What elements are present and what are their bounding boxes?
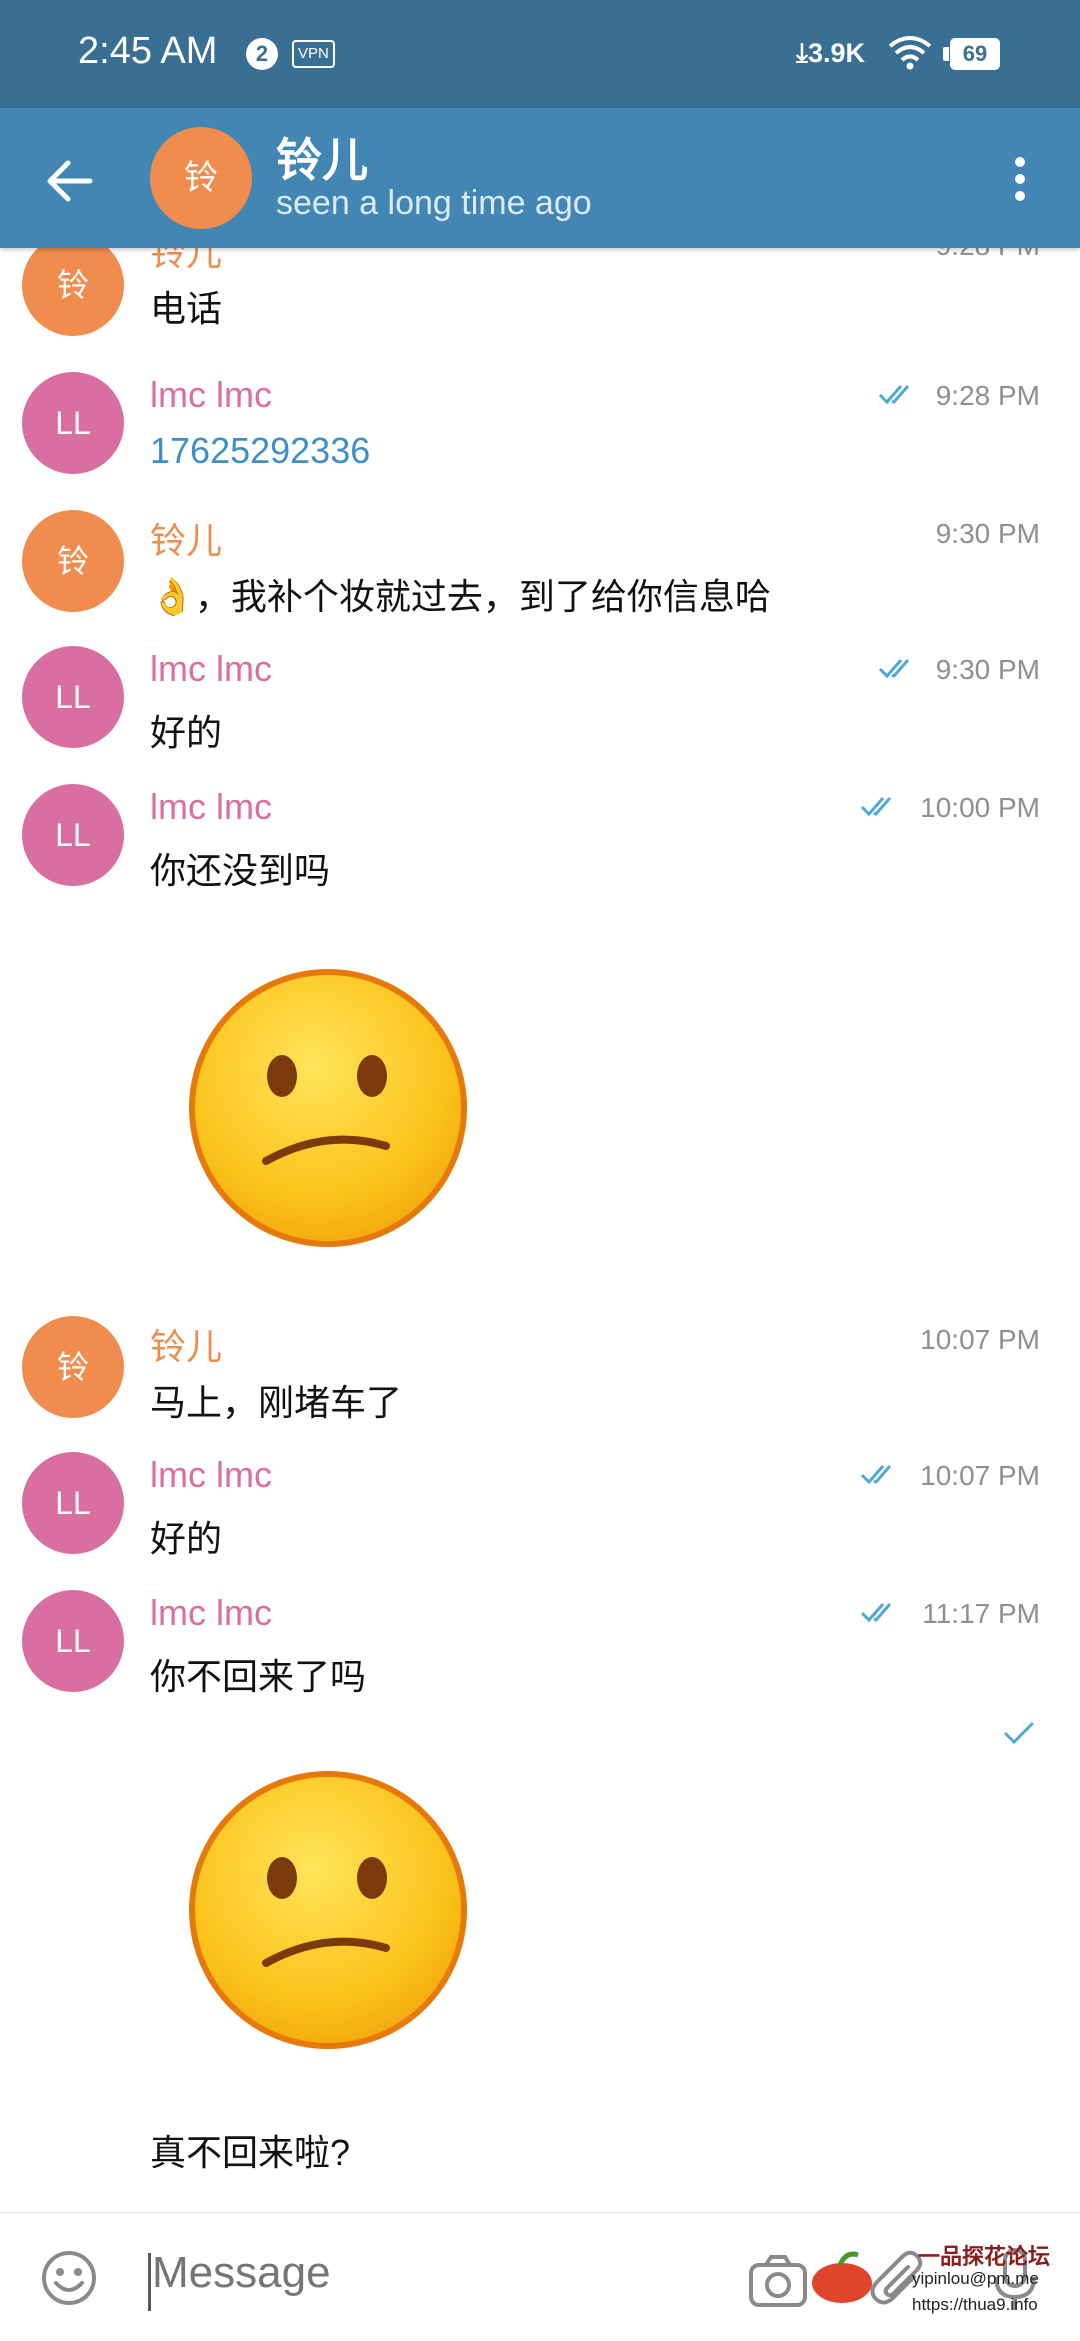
- message-text: 你还没到吗: [150, 850, 331, 891]
- battery-icon: 69: [943, 38, 1000, 70]
- double-check-icon: [878, 385, 910, 405]
- double-check-icon: [878, 659, 910, 679]
- message-time: 11:17 PM: [922, 1598, 1040, 1629]
- message-item[interactable]: 铃 铃儿 10:07 PM 马上，刚堵车了: [0, 1316, 1080, 1446]
- message-time: 9:30 PM: [935, 654, 1040, 685]
- watermark-url: https://thua9.info: [912, 2295, 1038, 2314]
- double-check-icon: [860, 1465, 892, 1485]
- message-author[interactable]: lmc lmc: [150, 374, 272, 416]
- watermark-logo: [812, 2251, 872, 2303]
- message-time: 10:07 PM: [920, 1460, 1040, 1491]
- message-time: 10:00 PM: [920, 792, 1040, 823]
- avatar[interactable]: 铃: [22, 510, 124, 612]
- confused-face-sticker[interactable]: [186, 966, 470, 1250]
- message-text: 👌，我补个妆就过去，到了给你信息哈: [150, 576, 771, 617]
- status-time: 2:45 AM: [78, 30, 218, 72]
- avatar[interactable]: LL: [22, 372, 124, 474]
- network-speed: ⤓3.9K: [796, 38, 865, 70]
- message-author[interactable]: lmc lmc: [150, 1592, 272, 1634]
- message-author[interactable]: lmc lmc: [150, 786, 272, 828]
- message-item[interactable]: 铃 铃儿 9:28 PM 电话: [0, 248, 1080, 336]
- last-seen-status: seen a long time ago: [276, 184, 592, 222]
- vpn-icon: VPN: [292, 40, 335, 68]
- message-text: 马上，刚堵车了: [150, 1382, 403, 1423]
- network-speed-value: 3.9K: [807, 38, 865, 68]
- double-check-icon: [860, 1603, 892, 1623]
- message-item[interactable]: LL lmc lmc 10:07 PM 好的: [0, 1452, 1080, 1582]
- message-text: 电话: [150, 288, 223, 329]
- single-check-icon: [1003, 1721, 1035, 1745]
- message-time: 9:30 PM: [935, 518, 1040, 549]
- message-author[interactable]: lmc lmc: [150, 1454, 272, 1496]
- double-check-icon: [860, 797, 892, 817]
- phone-number-link[interactable]: 17625292336: [150, 430, 370, 472]
- message-input[interactable]: [150, 2247, 734, 2299]
- message-text: 真不回来啦?: [150, 2132, 351, 2173]
- watermark-email: yipinlou@pm.me: [912, 2269, 1039, 2288]
- contact-avatar[interactable]: 铃: [150, 127, 252, 229]
- chat-header: 铃 铃儿 seen a long time ago: [0, 108, 1080, 248]
- chat-title[interactable]: 铃儿: [276, 124, 368, 190]
- watermark-title: 一品探花论坛: [918, 2244, 1051, 2269]
- message-item[interactable]: LL lmc lmc 9:28 PM 17625292336: [0, 372, 1080, 502]
- message-list[interactable]: 铃 铃儿 9:28 PM 电话 LL lmc lmc 9:28 PM 17625…: [0, 248, 1080, 2210]
- camera-icon[interactable]: [748, 2253, 808, 2309]
- message-author[interactable]: 铃儿: [150, 1318, 222, 1370]
- message-author[interactable]: 铃儿: [150, 248, 222, 276]
- notification-badge: 2: [246, 38, 278, 70]
- avatar[interactable]: LL: [22, 1590, 124, 1692]
- message-composer: 一品探花论坛 yipinlou@pm.me https://thua9.info: [0, 2212, 1080, 2341]
- message-time: 9:28 PM: [936, 248, 1040, 262]
- message-text: 好的: [150, 712, 223, 753]
- avatar[interactable]: LL: [22, 1452, 124, 1554]
- wifi-icon: [888, 36, 932, 70]
- status-bar: 2:45 AM 2 VPN ⤓3.9K 69: [0, 0, 1080, 108]
- message-author[interactable]: 铃儿: [150, 512, 222, 564]
- message-time: 9:28 PM: [935, 380, 1040, 411]
- message-item[interactable]: LL lmc lmc 11:17 PM 你不回来了吗: [0, 1590, 1080, 1720]
- emoji-icon[interactable]: [40, 2249, 98, 2307]
- avatar[interactable]: LL: [22, 784, 124, 886]
- back-arrow-icon[interactable]: [36, 148, 102, 214]
- message-item[interactable]: 铃 铃儿 9:30 PM 👌，我补个妆就过去，到了给你信息哈: [0, 510, 1080, 640]
- message-text: 你不回来了吗: [150, 1656, 367, 1697]
- avatar[interactable]: LL: [22, 646, 124, 748]
- message-item[interactable]: LL lmc lmc 9:30 PM 好的: [0, 646, 1080, 776]
- avatar[interactable]: 铃: [22, 248, 124, 336]
- message-time: 10:07 PM: [920, 1324, 1040, 1355]
- confused-face-sticker[interactable]: [186, 1768, 470, 2052]
- download-icon: ⤓: [796, 38, 808, 68]
- message-item[interactable]: LL lmc lmc 10:00 PM 你还没到吗: [0, 784, 1080, 914]
- message-author[interactable]: lmc lmc: [150, 648, 272, 690]
- more-vert-icon[interactable]: [1000, 152, 1040, 206]
- avatar[interactable]: 铃: [22, 1316, 124, 1418]
- message-text: 好的: [150, 1518, 223, 1559]
